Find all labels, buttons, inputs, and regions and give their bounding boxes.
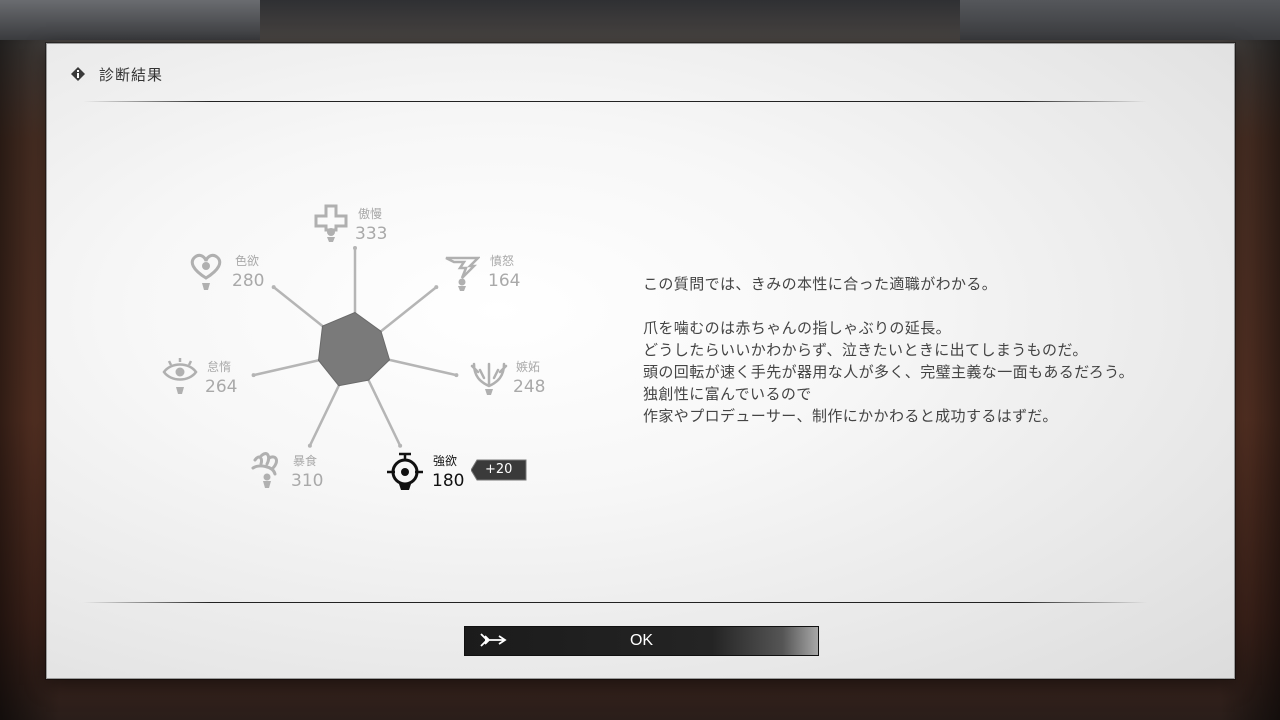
arrow-emblem-icon bbox=[479, 632, 507, 652]
message-line: どうしたらいいかわからず、泣きたいときに出てしまうものだ。 bbox=[643, 341, 1088, 359]
radar-spoke-end-envy bbox=[454, 373, 459, 378]
trait-label-pride: 傲慢 bbox=[358, 207, 383, 221]
trait-value-gluttony: 310 bbox=[291, 471, 324, 491]
background-window bbox=[0, 0, 260, 40]
trait-value-sloth: 264 bbox=[205, 377, 238, 397]
heart-icon bbox=[187, 252, 225, 296]
trait-value-pride: 333 bbox=[355, 224, 388, 244]
lightning-icon bbox=[444, 254, 482, 296]
coin-target-icon bbox=[385, 450, 425, 496]
background-window-right bbox=[960, 0, 1280, 40]
ok-button[interactable]: OK bbox=[464, 626, 819, 656]
trait-label-lust: 色欲 bbox=[235, 254, 260, 268]
message-gap bbox=[643, 295, 1203, 317]
trait-label-greed: 強欲 bbox=[433, 454, 458, 468]
radar-spoke-end-pride bbox=[353, 246, 357, 250]
trait-label-wrath: 憤怒 bbox=[490, 254, 515, 268]
ok-button-label: OK bbox=[629, 632, 654, 649]
message-line: 独創性に富んでいるので bbox=[643, 385, 812, 403]
greed-delta-text: +20 bbox=[485, 462, 513, 477]
message-line: この質問では、きみの本性に合った適職がわかる。 bbox=[643, 275, 998, 293]
radar-spoke-end-wrath bbox=[434, 285, 439, 290]
radar-spoke-end-lust bbox=[271, 285, 276, 290]
trait-value-greed: 180 bbox=[432, 471, 465, 491]
trait-label-sloth: 怠惰 bbox=[207, 360, 232, 374]
result-dialog: 診断結果 傲慢 333 憤怒 164 嫉妬 248 強欲 180 暴食 310 … bbox=[46, 43, 1235, 679]
trait-value-lust: 280 bbox=[232, 271, 265, 291]
message-line: 作家やプロデューサー、制作にかかわると成功するはずだ。 bbox=[643, 407, 1058, 425]
radar-shape bbox=[317, 311, 391, 387]
radar-spoke-end-greed bbox=[398, 443, 403, 448]
diagnosis-message: この質問では、きみの本性に合った適職がわかる。 爪を噛むのは赤ちゃんの指しゃぶり… bbox=[643, 273, 1203, 427]
trait-label-envy: 嫉妬 bbox=[516, 360, 541, 374]
trait-label-gluttony: 暴食 bbox=[293, 454, 318, 468]
claw-icon bbox=[249, 450, 285, 494]
eye-icon bbox=[161, 356, 199, 400]
radar-spoke-end-gluttony bbox=[307, 443, 312, 448]
cross-icon bbox=[313, 204, 349, 248]
message-line: 爪を噛むのは赤ちゃんの指しゃぶりの延長。 bbox=[643, 319, 952, 337]
footer-divider bbox=[83, 602, 1147, 603]
trait-value-wrath: 164 bbox=[488, 271, 521, 291]
message-line: 頭の回転が速く手先が器用な人が多く、完璧主義な一面もあるだろう。 bbox=[643, 363, 1135, 381]
antler-icon bbox=[470, 356, 508, 400]
trait-value-envy: 248 bbox=[513, 377, 546, 397]
radar-spoke-end-sloth bbox=[251, 373, 256, 378]
